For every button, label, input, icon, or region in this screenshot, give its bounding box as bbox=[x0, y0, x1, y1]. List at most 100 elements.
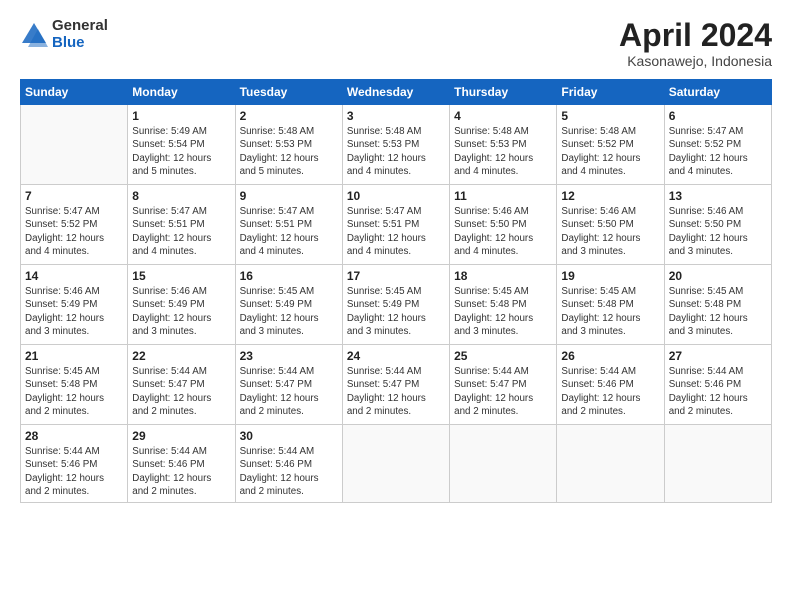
day-number: 11 bbox=[454, 189, 552, 203]
day-cell: 1Sunrise: 5:49 AM Sunset: 5:54 PM Daylig… bbox=[128, 105, 235, 185]
day-info: Sunrise: 5:46 AM Sunset: 5:49 PM Dayligh… bbox=[25, 285, 123, 338]
day-info: Sunrise: 5:44 AM Sunset: 5:46 PM Dayligh… bbox=[561, 365, 659, 418]
day-info: Sunrise: 5:45 AM Sunset: 5:48 PM Dayligh… bbox=[669, 285, 767, 338]
day-info: Sunrise: 5:46 AM Sunset: 5:50 PM Dayligh… bbox=[669, 205, 767, 258]
day-cell: 3 Sunrise: 5:48 AM Sunset: 5:53 PM Daylig… bbox=[342, 105, 449, 185]
header-monday: Monday bbox=[128, 80, 235, 105]
day-number: 9 bbox=[240, 189, 338, 203]
day-number: 26 bbox=[561, 349, 659, 363]
day-number: 12 bbox=[561, 189, 659, 203]
calendar-header: Sunday Monday Tuesday Wednesday Thursday… bbox=[21, 80, 772, 105]
day-cell: 30 Sunrise: 5:44 AM Sunset: 5:46 PM Dayli… bbox=[235, 425, 342, 503]
subtitle: Kasonawejo, Indonesia bbox=[619, 53, 772, 69]
week-row-2: 7 Sunrise: 5:47 AM Sunset: 5:52 PM Daylig… bbox=[21, 185, 772, 265]
day-cell: 13 Sunrise: 5:46 AM Sunset: 5:50 PM Dayli… bbox=[664, 185, 771, 265]
header-sunday: Sunday bbox=[21, 80, 128, 105]
day-number: 20 bbox=[669, 269, 767, 283]
day-info: Sunrise: 5:47 AM Sunset: 5:51 PM Dayligh… bbox=[132, 205, 230, 258]
day-info: Sunrise: 5:44 AM Sunset: 5:47 PM Dayligh… bbox=[240, 365, 338, 418]
day-number: 23 bbox=[240, 349, 338, 363]
day-info: Sunrise: 5:44 AM Sunset: 5:47 PM Dayligh… bbox=[454, 365, 552, 418]
day-cell bbox=[342, 425, 449, 503]
day-cell bbox=[450, 425, 557, 503]
day-info: Sunrise: 5:44 AM Sunset: 5:47 PM Dayligh… bbox=[347, 365, 445, 418]
day-info: Sunrise: 5:48 AM Sunset: 5:53 PM Dayligh… bbox=[454, 125, 552, 178]
day-cell: 15Sunrise: 5:46 AM Sunset: 5:49 PM Dayli… bbox=[128, 265, 235, 345]
header-friday: Friday bbox=[557, 80, 664, 105]
day-cell: 12 Sunrise: 5:46 AM Sunset: 5:50 PM Dayli… bbox=[557, 185, 664, 265]
day-number: 19 bbox=[561, 269, 659, 283]
week-row-3: 14Sunrise: 5:46 AM Sunset: 5:49 PM Dayli… bbox=[21, 265, 772, 345]
day-number: 29 bbox=[132, 429, 230, 443]
day-number: 1 bbox=[132, 109, 230, 123]
day-info: Sunrise: 5:44 AM Sunset: 5:46 PM Dayligh… bbox=[240, 445, 338, 498]
day-cell: 27 Sunrise: 5:44 AM Sunset: 5:46 PM Dayli… bbox=[664, 345, 771, 425]
day-number: 16 bbox=[240, 269, 338, 283]
calendar-body: 1Sunrise: 5:49 AM Sunset: 5:54 PM Daylig… bbox=[21, 105, 772, 503]
day-number: 13 bbox=[669, 189, 767, 203]
day-cell: 28 Sunrise: 5:44 AM Sunset: 5:46 PM Dayli… bbox=[21, 425, 128, 503]
day-info: Sunrise: 5:44 AM Sunset: 5:47 PM Dayligh… bbox=[132, 365, 230, 418]
day-cell: 7 Sunrise: 5:47 AM Sunset: 5:52 PM Daylig… bbox=[21, 185, 128, 265]
day-cell: 9 Sunrise: 5:47 AM Sunset: 5:51 PM Daylig… bbox=[235, 185, 342, 265]
page: General Blue April 2024 Kasonawejo, Indo… bbox=[0, 0, 792, 513]
month-title: April 2024 bbox=[619, 18, 772, 53]
day-info: Sunrise: 5:46 AM Sunset: 5:49 PM Dayligh… bbox=[132, 285, 230, 338]
day-cell: 20 Sunrise: 5:45 AM Sunset: 5:48 PM Dayli… bbox=[664, 265, 771, 345]
week-row-4: 21Sunrise: 5:45 AM Sunset: 5:48 PM Dayli… bbox=[21, 345, 772, 425]
day-number: 27 bbox=[669, 349, 767, 363]
day-cell: 22 Sunrise: 5:44 AM Sunset: 5:47 PM Dayli… bbox=[128, 345, 235, 425]
day-cell: 17 Sunrise: 5:45 AM Sunset: 5:49 PM Dayli… bbox=[342, 265, 449, 345]
day-number: 7 bbox=[25, 189, 123, 203]
header-tuesday: Tuesday bbox=[235, 80, 342, 105]
day-info: Sunrise: 5:45 AM Sunset: 5:49 PM Dayligh… bbox=[347, 285, 445, 338]
day-cell: 21Sunrise: 5:45 AM Sunset: 5:48 PM Dayli… bbox=[21, 345, 128, 425]
day-number: 4 bbox=[454, 109, 552, 123]
logo-icon bbox=[20, 21, 48, 49]
day-cell: 11 Sunrise: 5:46 AM Sunset: 5:50 PM Dayli… bbox=[450, 185, 557, 265]
day-info: Sunrise: 5:45 AM Sunset: 5:49 PM Dayligh… bbox=[240, 285, 338, 338]
day-number: 30 bbox=[240, 429, 338, 443]
day-number: 28 bbox=[25, 429, 123, 443]
day-cell: 23 Sunrise: 5:44 AM Sunset: 5:47 PM Dayli… bbox=[235, 345, 342, 425]
logo: General Blue bbox=[20, 18, 108, 51]
day-number: 3 bbox=[347, 109, 445, 123]
day-number: 8 bbox=[132, 189, 230, 203]
week-row-1: 1Sunrise: 5:49 AM Sunset: 5:54 PM Daylig… bbox=[21, 105, 772, 185]
day-info: Sunrise: 5:48 AM Sunset: 5:53 PM Dayligh… bbox=[347, 125, 445, 178]
day-info: Sunrise: 5:44 AM Sunset: 5:46 PM Dayligh… bbox=[25, 445, 123, 498]
day-cell: 5Sunrise: 5:48 AM Sunset: 5:52 PM Daylig… bbox=[557, 105, 664, 185]
day-info: Sunrise: 5:45 AM Sunset: 5:48 PM Dayligh… bbox=[561, 285, 659, 338]
day-number: 17 bbox=[347, 269, 445, 283]
day-cell: 2Sunrise: 5:48 AM Sunset: 5:53 PM Daylig… bbox=[235, 105, 342, 185]
header-thursday: Thursday bbox=[450, 80, 557, 105]
day-number: 10 bbox=[347, 189, 445, 203]
day-info: Sunrise: 5:44 AM Sunset: 5:46 PM Dayligh… bbox=[669, 365, 767, 418]
day-number: 22 bbox=[132, 349, 230, 363]
day-info: Sunrise: 5:47 AM Sunset: 5:51 PM Dayligh… bbox=[240, 205, 338, 258]
day-cell: 16 Sunrise: 5:45 AM Sunset: 5:49 PM Dayli… bbox=[235, 265, 342, 345]
day-cell: 18Sunrise: 5:45 AM Sunset: 5:48 PM Dayli… bbox=[450, 265, 557, 345]
day-info: Sunrise: 5:47 AM Sunset: 5:52 PM Dayligh… bbox=[25, 205, 123, 258]
day-info: Sunrise: 5:45 AM Sunset: 5:48 PM Dayligh… bbox=[454, 285, 552, 338]
day-cell: 26 Sunrise: 5:44 AM Sunset: 5:46 PM Dayli… bbox=[557, 345, 664, 425]
day-cell: 24 Sunrise: 5:44 AM Sunset: 5:47 PM Dayli… bbox=[342, 345, 449, 425]
logo-blue-text: Blue bbox=[52, 35, 108, 52]
day-info: Sunrise: 5:48 AM Sunset: 5:53 PM Dayligh… bbox=[240, 125, 338, 178]
logo-general-text: General bbox=[52, 18, 108, 35]
day-cell: 6Sunrise: 5:47 AM Sunset: 5:52 PM Daylig… bbox=[664, 105, 771, 185]
day-number: 24 bbox=[347, 349, 445, 363]
day-cell: 19 Sunrise: 5:45 AM Sunset: 5:48 PM Dayli… bbox=[557, 265, 664, 345]
title-block: April 2024 Kasonawejo, Indonesia bbox=[619, 18, 772, 69]
day-info: Sunrise: 5:47 AM Sunset: 5:52 PM Dayligh… bbox=[669, 125, 767, 178]
day-cell: 25Sunrise: 5:44 AM Sunset: 5:47 PM Dayli… bbox=[450, 345, 557, 425]
day-number: 21 bbox=[25, 349, 123, 363]
calendar-table: Sunday Monday Tuesday Wednesday Thursday… bbox=[20, 79, 772, 503]
day-cell: 14Sunrise: 5:46 AM Sunset: 5:49 PM Dayli… bbox=[21, 265, 128, 345]
day-cell bbox=[21, 105, 128, 185]
header-wednesday: Wednesday bbox=[342, 80, 449, 105]
day-info: Sunrise: 5:46 AM Sunset: 5:50 PM Dayligh… bbox=[561, 205, 659, 258]
week-row-5: 28 Sunrise: 5:44 AM Sunset: 5:46 PM Dayli… bbox=[21, 425, 772, 503]
day-info: Sunrise: 5:46 AM Sunset: 5:50 PM Dayligh… bbox=[454, 205, 552, 258]
day-cell: 10Sunrise: 5:47 AM Sunset: 5:51 PM Dayli… bbox=[342, 185, 449, 265]
